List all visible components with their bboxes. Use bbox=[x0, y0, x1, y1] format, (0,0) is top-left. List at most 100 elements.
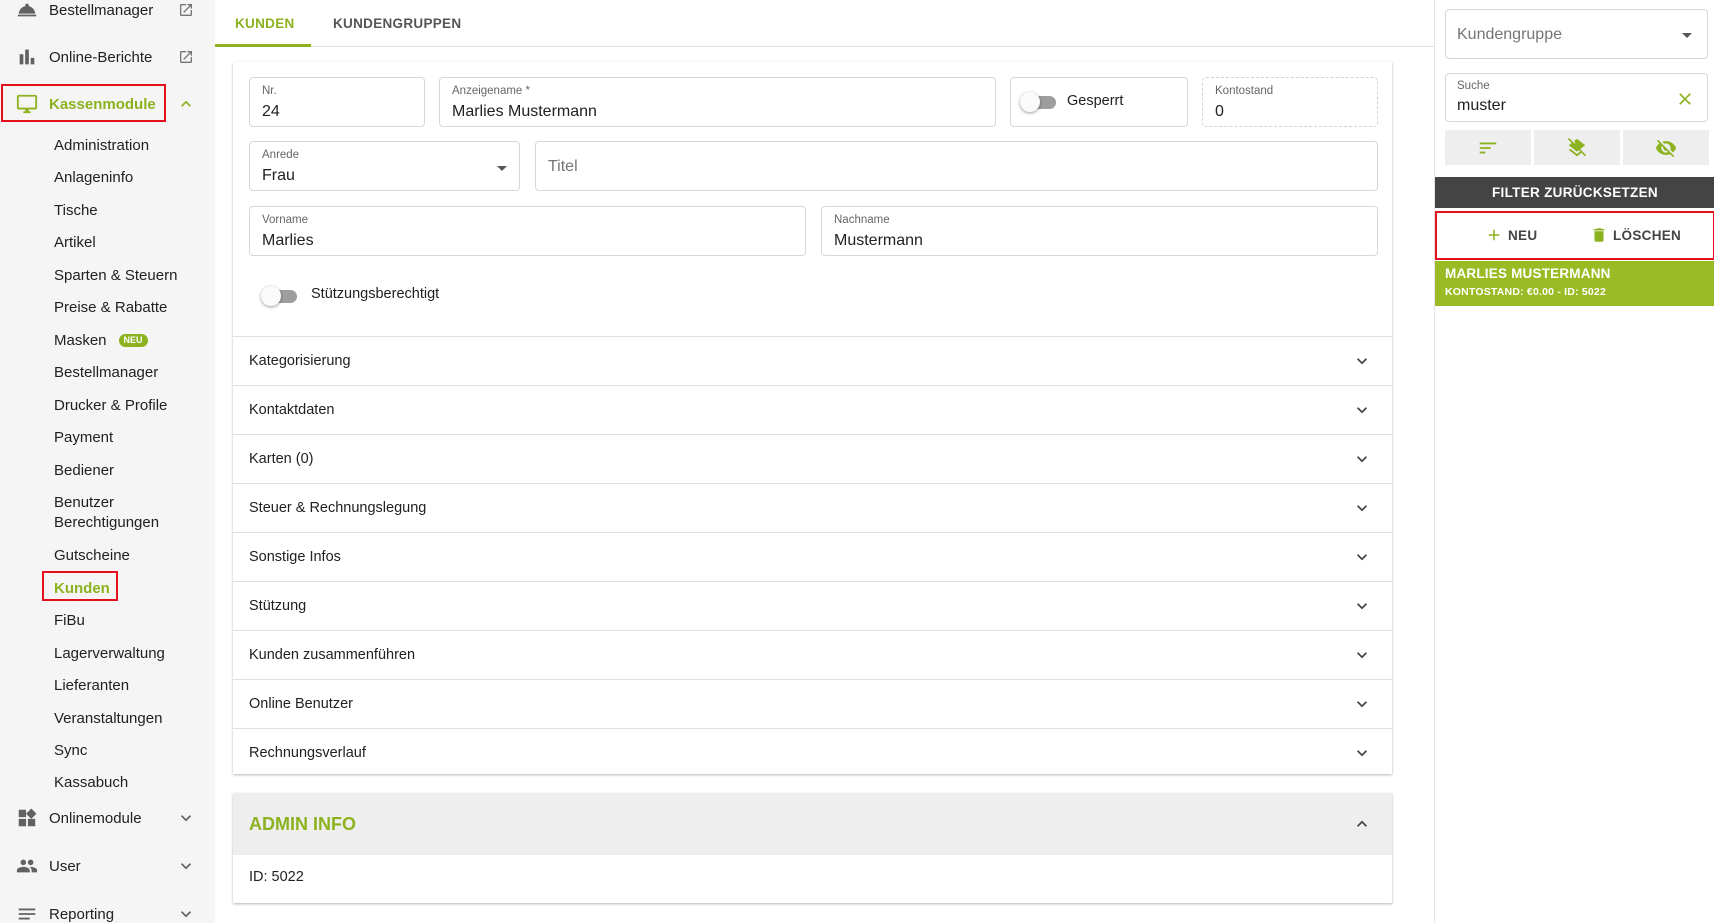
accordion-sonstige-infos[interactable]: Sonstige Infos bbox=[233, 532, 1392, 581]
chevron-down-icon bbox=[1357, 603, 1367, 610]
chevron-down-icon bbox=[1357, 750, 1367, 757]
accordion-label: Steuer & Rechnungslegung bbox=[249, 500, 427, 516]
chevron-down-icon bbox=[1357, 652, 1367, 659]
search-input[interactable]: Suche muster bbox=[1445, 73, 1708, 122]
field-value: 0 bbox=[1215, 103, 1224, 120]
admin-info-title: ADMIN INFO bbox=[249, 814, 356, 834]
sidebar-item-veranstaltungen[interactable]: Veranstaltungen bbox=[54, 709, 162, 729]
sidebar-item-label: Benutzer bbox=[54, 494, 115, 511]
sidebar-item-fibu[interactable]: FiBu bbox=[54, 611, 85, 631]
new-button[interactable]: NEU bbox=[1485, 226, 1537, 244]
admin-info-header[interactable]: ADMIN INFO bbox=[233, 793, 1392, 855]
accordion-label: Sonstige Infos bbox=[249, 549, 341, 565]
tab-bar: KUNDEN KUNDENGRUPPEN bbox=[215, 0, 1434, 47]
chevron-down-icon[interactable] bbox=[176, 856, 196, 876]
field-value: Mustermann bbox=[834, 232, 923, 249]
nav-item-reporting[interactable]: Reporting bbox=[0, 892, 215, 923]
open-external-icon[interactable] bbox=[178, 2, 194, 18]
anrede-select[interactable]: Anrede Frau bbox=[249, 141, 520, 191]
sidebar-item-lieferanten[interactable]: Lieferanten bbox=[54, 676, 129, 696]
nav-label: Reporting bbox=[49, 905, 115, 923]
sidebar-item-sync[interactable]: Sync bbox=[54, 741, 87, 761]
filter-reset-button[interactable]: FILTER ZURÜCKSETZEN bbox=[1435, 177, 1714, 208]
field-label: Suche bbox=[1457, 80, 1490, 92]
accordion-kontaktdaten[interactable]: Kontaktdaten bbox=[233, 385, 1392, 434]
highlight-kassenmodule bbox=[1, 84, 166, 122]
field-label: Vorname bbox=[262, 214, 309, 226]
sidebar-item-sparten-steuern[interactable]: Sparten & Steuern bbox=[54, 266, 177, 286]
field-label: Anzeigename * bbox=[452, 85, 530, 97]
sidebar-item-kassabuch[interactable]: Kassabuch bbox=[54, 773, 128, 793]
sidebar-item-gutscheine[interactable]: Gutscheine bbox=[54, 546, 130, 566]
sidebar-item-tische[interactable]: Tische bbox=[54, 201, 98, 221]
nachname-field[interactable]: Nachname Mustermann bbox=[821, 206, 1378, 256]
plus-icon bbox=[1488, 229, 1500, 241]
sidebar-item-payment[interactable]: Payment bbox=[54, 428, 113, 448]
anzeigename-field[interactable]: Anzeigename * Marlies Mustermann bbox=[439, 77, 996, 127]
sidebar-item-bestellmanager[interactable]: Bestellmanager bbox=[54, 363, 158, 383]
sidebar-item-benutzer-berechtigungen[interactable]: Benutzer Berechtigungen bbox=[54, 493, 159, 533]
right-panel: Kundengruppe Suche muster FILTER ZURÜCKS… bbox=[1434, 0, 1714, 923]
chevron-down-icon bbox=[1357, 456, 1367, 463]
filter-off-button[interactable] bbox=[1534, 130, 1620, 165]
titel-field[interactable]: Titel bbox=[535, 141, 1378, 191]
sort-button[interactable] bbox=[1445, 130, 1531, 165]
field-label: Anrede bbox=[262, 149, 300, 161]
nav-item-bestellmanager[interactable]: Bestellmanager bbox=[0, 0, 215, 32]
accordion-online-benutzer[interactable]: Online Benutzer bbox=[233, 679, 1392, 728]
accordion-stuetzung[interactable]: Stützung bbox=[233, 581, 1392, 630]
chevron-down-icon[interactable] bbox=[176, 904, 196, 923]
customer-list-item[interactable]: MARLIES MUSTERMANN KONTOSTAND: €0.00 - I… bbox=[1435, 261, 1714, 306]
sidebar-item-anlageninfo[interactable]: Anlageninfo bbox=[54, 168, 133, 188]
chevron-down-icon bbox=[1357, 505, 1367, 512]
nr-field[interactable]: Nr. 24 bbox=[249, 77, 425, 127]
field-value: Frau bbox=[262, 167, 295, 184]
nav-item-onlinemodule[interactable]: Onlinemodule bbox=[0, 796, 215, 840]
kundengruppe-select[interactable]: Kundengruppe bbox=[1445, 9, 1708, 59]
nav-item-online-berichte[interactable]: Online-Berichte bbox=[0, 35, 215, 79]
main-content: KUNDEN KUNDENGRUPPEN Nr. 24 Anzeigename … bbox=[215, 0, 1434, 923]
close-icon[interactable] bbox=[1675, 89, 1695, 109]
sidebar-item-bediener[interactable]: Bediener bbox=[54, 461, 114, 481]
toggle-thumb bbox=[261, 286, 281, 306]
tab-kundengruppen[interactable]: KUNDENGRUPPEN bbox=[333, 0, 461, 47]
nav-label: Onlinemodule bbox=[49, 809, 142, 827]
sidebar-item-preise-rabatte[interactable]: Preise & Rabatte bbox=[54, 298, 167, 318]
accordion-kategorisierung[interactable]: Kategorisierung bbox=[233, 336, 1392, 385]
accordion-kunden-zusammenfuehren[interactable]: Kunden zusammenführen bbox=[233, 630, 1392, 679]
new-button-label: NEU bbox=[1508, 227, 1538, 243]
sidebar-item-lagerverwaltung[interactable]: Lagerverwaltung bbox=[54, 644, 165, 664]
accordion-label: Karten (0) bbox=[249, 451, 314, 467]
accordion-steuer[interactable]: Steuer & Rechnungslegung bbox=[233, 483, 1392, 532]
sidebar-item-administration[interactable]: Administration bbox=[54, 136, 149, 156]
sidebar-bottom-section: Onlinemodule User Reporting bbox=[0, 796, 215, 923]
field-value: Marlies Mustermann bbox=[452, 103, 597, 120]
sidebar-item-drucker-profile[interactable]: Drucker & Profile bbox=[54, 396, 167, 416]
visibility-off-button[interactable] bbox=[1623, 130, 1709, 165]
nav-item-user[interactable]: User bbox=[0, 844, 215, 888]
tab-kunden[interactable]: KUNDEN bbox=[235, 0, 295, 47]
sidebar-item-masken[interactable]: Masken NEU bbox=[54, 331, 148, 351]
delete-button[interactable]: LÖSCHEN bbox=[1590, 226, 1681, 244]
gesperrt-label: Gesperrt bbox=[1067, 93, 1124, 109]
chevron-down-icon[interactable] bbox=[176, 808, 196, 828]
open-external-icon[interactable] bbox=[178, 49, 194, 65]
kontostand-field: Kontostand 0 bbox=[1202, 77, 1378, 127]
stuetzung-toggle[interactable] bbox=[261, 286, 297, 306]
delete-button-label: LÖSCHEN bbox=[1613, 227, 1682, 243]
bar-chart-icon bbox=[19, 49, 35, 65]
vorname-field[interactable]: Vorname Marlies bbox=[249, 206, 806, 256]
accordion-rechnungsverlauf[interactable]: Rechnungsverlauf bbox=[233, 728, 1392, 777]
gesperrt-toggle[interactable] bbox=[1020, 92, 1056, 112]
new-badge: NEU bbox=[118, 334, 148, 347]
sidebar-item-artikel[interactable]: Artikel bbox=[54, 233, 96, 253]
chevron-down-icon bbox=[1357, 358, 1367, 365]
accordion-karten[interactable]: Karten (0) bbox=[233, 434, 1392, 483]
accordion-label: Kategorisierung bbox=[249, 353, 351, 369]
field-placeholder: Titel bbox=[548, 158, 578, 175]
chevron-up-icon bbox=[1357, 820, 1367, 827]
chevron-up-icon[interactable] bbox=[176, 94, 196, 114]
accordion-label: Stützung bbox=[249, 598, 307, 614]
active-tab-indicator bbox=[215, 44, 311, 47]
widgets-icon bbox=[18, 808, 37, 827]
